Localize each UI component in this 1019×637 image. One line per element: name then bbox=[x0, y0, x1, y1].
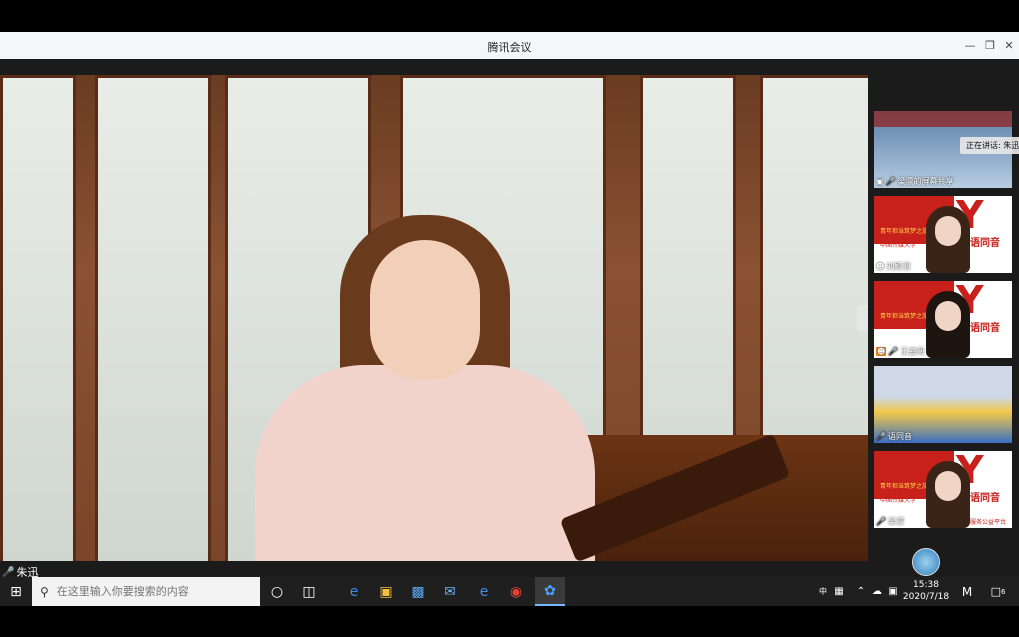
restore-button[interactable]: ❐ bbox=[982, 37, 998, 53]
mic-icon: 🎤 bbox=[885, 177, 896, 186]
keyboard-icon[interactable]: ▦ bbox=[832, 577, 846, 606]
participant-figure bbox=[926, 291, 970, 358]
meeting-tray-icon[interactable]: M bbox=[956, 577, 978, 606]
clock-time: 15:38 bbox=[913, 580, 939, 590]
participant-figure bbox=[926, 461, 970, 528]
window-titlebar: 腾讯会议 — ❐ ✕ bbox=[0, 32, 1019, 59]
search-input[interactable] bbox=[54, 584, 249, 599]
notification-count: 6 bbox=[1000, 587, 1006, 596]
main-video[interactable] bbox=[0, 75, 868, 561]
participant-figure bbox=[926, 206, 970, 273]
search-icon: ⚲ bbox=[40, 584, 49, 599]
window-title: 腾讯会议 bbox=[487, 41, 532, 54]
taskbar: ⊞ ⚲ ○ ◫ e ▣ ▩ ✉ e ◉ ✿ 中 ▦ ⌃ ☁ ▣ 15:38 20… bbox=[0, 577, 1019, 606]
edge-icon[interactable]: e bbox=[340, 577, 368, 606]
mic-icon: 🎤 bbox=[876, 432, 886, 441]
mic-icon: 🎤 bbox=[2, 566, 15, 578]
system-clock[interactable]: 15:38 2020/7/18 bbox=[900, 579, 952, 603]
participant-tile[interactable]: 🎤 语同音 bbox=[874, 366, 1012, 443]
participant-tile[interactable]: 青年担当筑梦之旅 Y 语同音 ☻ 🎤 王姿阅 bbox=[874, 281, 1012, 358]
clock-date: 2020/7/18 bbox=[902, 592, 950, 602]
ie-icon[interactable]: e bbox=[470, 577, 498, 606]
share-screen-icon: ▣ bbox=[876, 177, 884, 186]
file-explorer-icon[interactable]: ▣ bbox=[372, 577, 400, 606]
task-view-icon[interactable]: ◫ bbox=[296, 577, 322, 606]
self-avatar[interactable] bbox=[912, 548, 940, 576]
participant-label: ☻ 🎤 王姿阅 bbox=[876, 347, 925, 356]
participant-label: ▣ 🎤 梁漂的屏幕共享 bbox=[876, 177, 954, 186]
notification-center-icon[interactable]: □ 6 bbox=[986, 577, 1010, 606]
host-icon: ☻ bbox=[876, 262, 885, 271]
participant-sidebar: ▣ 🎤 梁漂的屏幕共享 青年担当筑梦之旅 中国传媒大学 Y 语同音 ☻ 刘殿羽 … bbox=[874, 111, 1012, 536]
cortana-icon[interactable]: ○ bbox=[264, 577, 290, 606]
participant-label: 🎤 语同音 bbox=[876, 432, 912, 441]
speaking-tooltip: 正在讲话: 朱迅 bbox=[960, 137, 1019, 154]
mic-icon: 🎤 bbox=[876, 517, 886, 526]
meeting-stage: 🎤 朱迅 › ▣ 🎤 梁漂的屏幕共享 青年担当筑梦之旅 中国传媒大学 Y 语同音… bbox=[0, 59, 1019, 579]
network-icon[interactable]: ▣ bbox=[886, 577, 900, 606]
participant-tile[interactable]: 青年担当筑梦之旅 中国传媒大学 Y 语同音 ☻ 刘殿羽 bbox=[874, 196, 1012, 273]
windows-start-icon[interactable]: ⊞ bbox=[0, 577, 32, 606]
speaker-figure bbox=[255, 215, 595, 561]
participant-tile[interactable]: 青年担当筑梦之旅 中国传媒大学 Y 语同音 服务公益平台 🎤 梁漂 bbox=[874, 451, 1012, 528]
mic-icon: 🎤 bbox=[888, 347, 899, 356]
host-icon: ☻ bbox=[876, 347, 887, 356]
store-icon[interactable]: ▩ bbox=[404, 577, 432, 606]
taskbar-search[interactable]: ⚲ bbox=[32, 577, 260, 606]
participant-label: 🎤 梁漂 bbox=[876, 517, 904, 526]
chrome-icon[interactable]: ◉ bbox=[502, 577, 530, 606]
close-button[interactable]: ✕ bbox=[1001, 37, 1017, 53]
window-pane bbox=[95, 75, 211, 561]
participant-label: ☻ 刘殿羽 bbox=[876, 262, 911, 271]
onedrive-icon[interactable]: ☁ bbox=[870, 577, 884, 606]
ime-indicator[interactable]: 中 bbox=[816, 577, 830, 606]
window-pane bbox=[0, 75, 76, 561]
chevron-up-icon[interactable]: ⌃ bbox=[854, 577, 868, 606]
minimize-button[interactable]: — bbox=[962, 37, 978, 53]
tencent-meeting-icon[interactable]: ✿ bbox=[535, 577, 565, 606]
collapse-sidebar-button[interactable]: › bbox=[857, 305, 868, 331]
mail-icon[interactable]: ✉ bbox=[436, 577, 464, 606]
